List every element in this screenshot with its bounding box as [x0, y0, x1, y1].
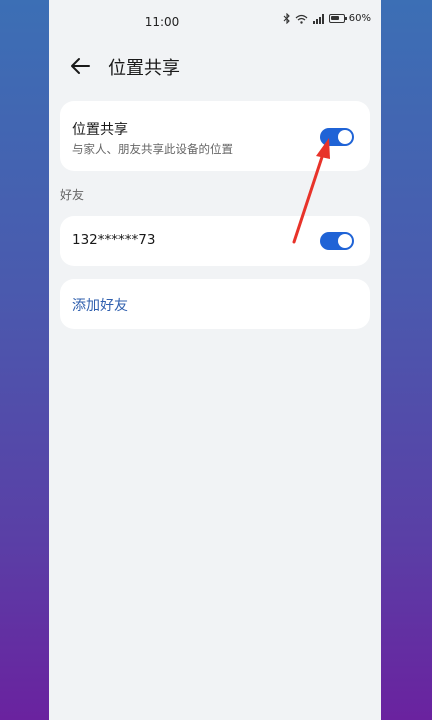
status-bar: 11:00 60%: [49, 0, 381, 46]
wifi-icon: [295, 14, 308, 24]
friend-sharing-toggle[interactable]: [320, 232, 354, 250]
friends-section-label: 好友: [60, 188, 85, 202]
back-button[interactable]: [67, 52, 95, 80]
page-header: 位置共享: [49, 46, 381, 86]
location-sharing-toggle[interactable]: [320, 128, 354, 146]
status-time: 11:00: [144, 15, 180, 29]
battery-icon: [328, 14, 347, 23]
arrow-left-icon: [71, 58, 90, 74]
friend-item: 132******73: [60, 216, 370, 266]
toggle-knob: [338, 234, 352, 248]
toggle-knob: [338, 130, 352, 144]
add-friend-label: 添加好友: [72, 298, 128, 314]
location-sharing-subtitle: 与家人、朋友共享此设备的位置: [72, 142, 233, 156]
location-sharing-title: 位置共享: [72, 122, 128, 138]
status-icons: 60%: [283, 13, 371, 24]
add-friend-button[interactable]: 添加好友: [60, 279, 370, 329]
page-title: 位置共享: [108, 58, 180, 79]
phone-screen: 11:00 60% 位置共享 位置共享 与家人、朋友共享此设备的位置 好友 13…: [49, 0, 381, 720]
friend-phone-number: 132******73: [72, 232, 156, 248]
bluetooth-icon: [283, 13, 290, 24]
battery-percent: 60%: [348, 13, 371, 24]
signal-icon: [312, 13, 324, 24]
location-sharing-card: 位置共享 与家人、朋友共享此设备的位置: [60, 101, 370, 171]
